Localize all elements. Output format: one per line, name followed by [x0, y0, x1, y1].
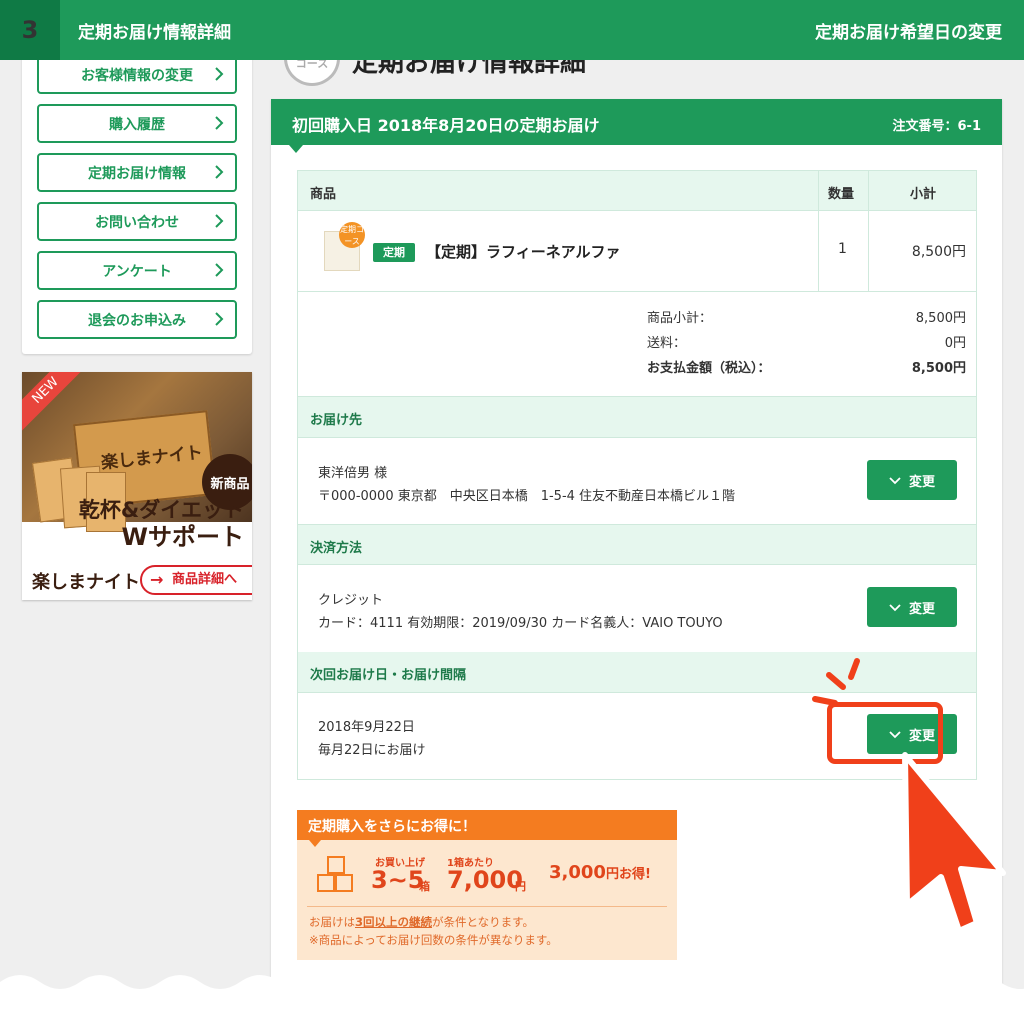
header-notch: [289, 145, 303, 153]
product-banner[interactable]: 楽しまナイト NEW 新商品 乾杯&ダイエット Wサポート 楽しまナイト → 商…: [22, 372, 252, 600]
order-number: 注文番号：6-1: [892, 119, 982, 134]
total-value: 8,500円: [915, 311, 966, 326]
table-header: 商品 数量 小計: [298, 171, 976, 211]
sidebar: お客様情報の変更 購入履歴 定期お届け情報 お問い合わせ アンケート 退会のお申…: [22, 44, 252, 354]
total-label: 送料：: [647, 336, 687, 351]
promo-note-2: ※商品によってお届け回数の条件が異なります。: [309, 933, 558, 947]
next-delivery-header: 次回お届け日・お届け間隔: [298, 652, 976, 693]
total-value: 0円: [944, 336, 966, 351]
chevron-right-icon: [215, 67, 224, 81]
step-number: 3: [0, 0, 60, 60]
product-name: 【定期】ラフィーネアルファ: [426, 243, 621, 261]
table-row: 定期コース 定期 【定期】ラフィーネアルファ 1 8,500円: [298, 211, 976, 292]
sidebar-item-label: 購入履歴: [109, 116, 165, 133]
cursor-arrow-icon: [902, 752, 1006, 934]
attention-burst: [812, 658, 860, 706]
chevron-right-icon: [215, 116, 224, 130]
change-shipping-button[interactable]: 変更: [867, 460, 957, 500]
order-header: 初回購入日 2018年8月20日の定期お届け 注文番号：6-1: [271, 99, 1002, 153]
product-thumbnail: 定期コース: [324, 222, 365, 271]
chevron-right-icon: [215, 312, 224, 326]
order-title: 初回購入日 2018年8月20日の定期お届け: [292, 116, 600, 135]
header-right-label: 定期お届け希望日の変更: [815, 23, 1002, 43]
top-bar-cover: 3 定期お届け情報詳細 定期お届け希望日の変更: [0, 0, 1024, 60]
next-delivery-date: 2018年9月22日: [318, 720, 415, 735]
banner-detail-button[interactable]: → 商品詳細へ: [140, 565, 252, 595]
header-title: 定期お届け情報詳細: [78, 23, 231, 43]
shipping-address: 〒000-0000 東京都 中央区日本橋 1-5-4 住友不動産日本橋ビル１階: [318, 489, 736, 504]
promo-savings: 3,000円お得!: [549, 862, 651, 883]
button-label: 変更: [908, 474, 935, 490]
boxes-icon: [317, 856, 357, 894]
chevron-right-icon: [215, 165, 224, 179]
sidebar-item-label: お客様情報の変更: [81, 67, 193, 84]
banner-logo: 楽しまナイト: [32, 572, 140, 593]
banner-headline-1: 乾杯&ダイエット: [78, 498, 244, 522]
change-payment-button[interactable]: 変更: [867, 587, 957, 627]
shipping-header: お届け先: [298, 397, 976, 438]
chevron-down-icon: [889, 604, 901, 612]
promo-title: 定期購入をさらにお得に！: [297, 810, 677, 840]
shipping-name: 東洋倍男 様: [318, 466, 388, 481]
sidebar-item-contact[interactable]: お問い合わせ: [37, 202, 237, 241]
payment-card: カード：4111 有効期限：2019/09/30 カード名義人：VAIO TOU…: [318, 616, 723, 631]
sidebar-item-subscription-info[interactable]: 定期お届け情報: [37, 153, 237, 192]
order-table: 商品 数量 小計 定期コース 定期 【定期】ラフィーネアルファ 1 8,500円…: [297, 170, 977, 780]
payment-section: クレジット カード：4111 有効期限：2019/09/30 カード名義人：VA…: [298, 566, 976, 652]
payment-method: クレジット: [318, 593, 384, 608]
promo-notch: [309, 840, 321, 847]
sidebar-item-label: 退会のお申込み: [88, 312, 186, 329]
banner-headline: 乾杯&ダイエット Wサポート: [22, 497, 252, 551]
promo-divider: [307, 906, 667, 907]
column-product: 商品: [310, 187, 337, 202]
promo-boxes-qty: 3~5: [371, 866, 425, 894]
banner-detail-label: 商品詳細へ: [172, 572, 238, 587]
totals: 商品小計： 8,500円 送料： 0円 お支払金額（税込）： 8,500円: [298, 292, 976, 397]
total-value: 8,500円: [911, 361, 966, 376]
total-label: 商品小計：: [647, 311, 713, 326]
promo-note-1: お届けは3回以上の継続が条件となります。: [309, 915, 535, 929]
column-subtotal: 小計: [910, 187, 937, 202]
chevron-right-icon: [215, 263, 224, 277]
promo-price-unit: 円: [515, 880, 526, 893]
promo-banner: 定期購入をさらにお得に！ お買い上げ 3~5 箱 1箱あたり 7,000 円 3…: [297, 810, 677, 960]
chevron-down-icon: [889, 477, 901, 485]
sidebar-item-label: 定期お届け情報: [88, 165, 186, 182]
wave-edge: [0, 975, 1024, 1015]
payment-header: 決済方法: [298, 524, 976, 565]
next-delivery-interval: 毎月22日にお届け: [318, 743, 426, 758]
order-panel: 初回購入日 2018年8月20日の定期お届け 注文番号：6-1 商品 数量 小計…: [271, 99, 1002, 1015]
banner-headline-2: Wサポート: [121, 523, 244, 551]
sidebar-item-customer-info[interactable]: お客様情報の変更: [37, 55, 237, 94]
subscription-tag: 定期: [373, 243, 415, 262]
column-qty: 数量: [828, 187, 855, 202]
sidebar-item-withdraw[interactable]: 退会のお申込み: [37, 300, 237, 339]
sidebar-item-label: お問い合わせ: [95, 214, 179, 231]
product-subtotal: 8,500円: [911, 244, 966, 260]
product-qty: 1: [838, 241, 847, 257]
promo-boxes-unit: 箱: [419, 880, 430, 893]
chevron-right-icon: [215, 214, 224, 228]
arrow-right-icon: →: [150, 570, 164, 589]
sidebar-item-label: アンケート: [102, 263, 172, 280]
sidebar-item-survey[interactable]: アンケート: [37, 251, 237, 290]
button-label: 変更: [908, 601, 935, 617]
product-thumb-badge: 定期コース: [339, 222, 365, 248]
sidebar-item-purchase-history[interactable]: 購入履歴: [37, 104, 237, 143]
total-label: お支払金額（税込）：: [647, 361, 771, 376]
promo-price: 7,000: [447, 866, 523, 894]
